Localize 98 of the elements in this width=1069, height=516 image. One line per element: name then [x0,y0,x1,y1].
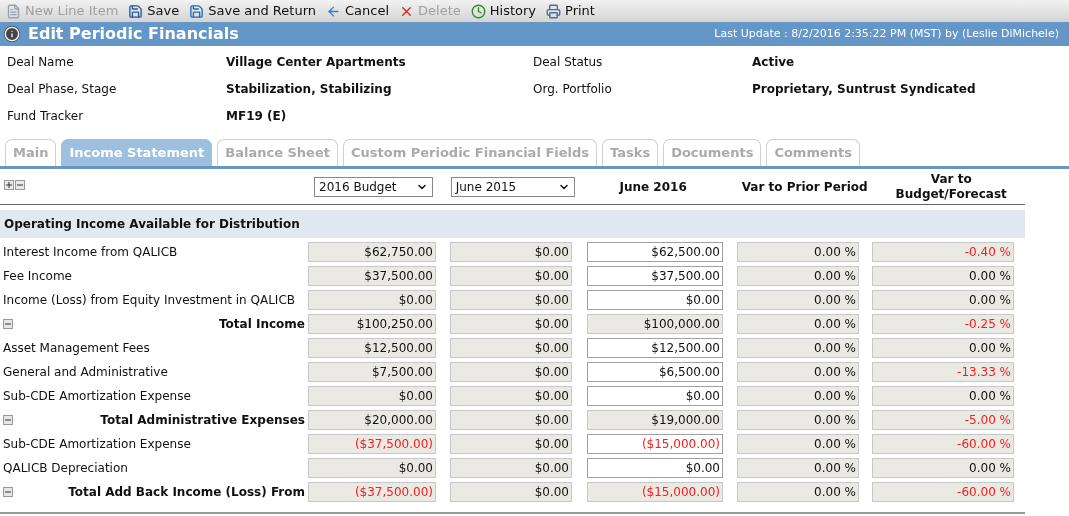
readonly-field: $20,000.00 [308,410,436,430]
page-icon [6,3,21,19]
readonly-field: -60.00 % [872,434,1014,454]
field-value: Stabilization, Stabilizing [226,80,392,98]
readonly-field: -5.00 % [872,410,1014,430]
total-label: Total Administrative Expenses [100,412,305,429]
readonly-field: $100,250.00 [308,314,436,334]
toolbar-button[interactable]: History [470,1,537,21]
total-label: Total Income [219,316,305,333]
readonly-field: 0.00 % [737,290,859,310]
readonly-field: $0.00 [450,410,572,430]
budget-select[interactable]: 2016 Budget [314,176,433,197]
readonly-field: ($15,000.00) [587,482,723,502]
field-value: Village Center Apartments [226,53,406,71]
amount-field[interactable]: $0.00 [587,290,723,310]
toolbar-button[interactable]: Print [546,1,595,21]
field-value: Proprietary, Suntrust Syndicated [752,80,976,98]
readonly-field: -0.40 % [872,242,1014,262]
toolbar-button[interactable]: Save and Return [189,1,316,21]
field-value: MF19 (E) [226,107,287,125]
row-label: Interest Income from QALICB [2,244,179,261]
readonly-field: $0.00 [308,386,436,406]
period-select[interactable]: June 2015 [450,176,576,197]
amount-field[interactable]: $6,500.00 [587,362,723,382]
readonly-field: -60.00 % [872,482,1014,502]
row-label: Income (Loss) from Equity Investment in QALICB [2,292,296,309]
amount-field[interactable]: $12,500.00 [587,338,723,358]
readonly-field: $19,000.00 [587,410,723,430]
readonly-field: $0.00 [450,362,572,382]
readonly-field: $0.00 [450,482,572,502]
column-header: June 2016 [617,178,688,196]
readonly-field: 0.00 % [872,458,1014,478]
readonly-field: 0.00 % [737,242,859,262]
expand-icon[interactable] [4,180,14,190]
field-label: Deal Name [7,53,75,71]
collapse-icon[interactable] [3,487,13,497]
amount-field[interactable]: ($15,000.00) [587,434,723,454]
amount-field[interactable]: $0.00 [587,458,723,478]
readonly-field: $100,000.00 [587,314,723,334]
readonly-field: 0.00 % [737,410,859,430]
readonly-field: 0.00 % [737,434,859,454]
amount-field[interactable]: $37,500.00 [587,266,723,286]
readonly-field: 0.00 % [737,458,859,478]
readonly-field: $0.00 [450,434,572,454]
readonly-field: $0.00 [308,458,436,478]
amount-field[interactable]: $62,500.00 [587,242,723,262]
field-label: Org. Portfolio [533,80,613,98]
column-header: Var to Prior Period [740,178,869,196]
readonly-field: ($37,500.00) [308,434,436,454]
readonly-field: $62,750.00 [308,242,436,262]
readonly-field: $0.00 [450,458,572,478]
section-header: Operating Income Available for Distribution [0,210,1025,238]
printer-icon [546,3,562,19]
row-label: Asset Management Fees [2,340,151,357]
row-label: Sub-CDE Amortization Expense [2,436,192,453]
column-header: Var to Budget/Forecast [894,171,1008,202]
readonly-field: 0.00 % [737,338,859,358]
last-update-text: Last Update : 8/2/2016 2:35:22 PM (MST) by (Leslie DiMichele) [714,25,1059,42]
readonly-field: 0.00 % [737,314,859,334]
readonly-field: $37,500.00 [308,266,436,286]
collapse-icon[interactable] [3,319,13,329]
readonly-field: $0.00 [450,242,572,262]
readonly-field: $0.00 [450,386,572,406]
row-label: Fee Income [2,268,73,285]
field-label: Deal Phase, Stage [7,80,118,98]
readonly-field: $7,500.00 [308,362,436,382]
readonly-field: 0.00 % [737,482,859,502]
readonly-field: -13.33 % [872,362,1014,382]
amount-field[interactable]: $0.00 [587,386,723,406]
readonly-field: -0.25 % [872,314,1014,334]
readonly-field: ($37,500.00) [308,482,436,502]
readonly-field: 0.00 % [737,362,859,382]
readonly-field: 0.00 % [872,338,1014,358]
field-label: Fund Tracker [7,107,85,125]
info-icon [4,26,20,42]
readonly-field: 0.00 % [872,266,1014,286]
row-label: General and Administrative [2,364,169,381]
clock-icon [470,3,486,19]
row-label: Sub-CDE Amortization Expense [2,388,192,405]
readonly-field: $12,500.00 [308,338,436,358]
total-label: Total Add Back Income (Loss) From [68,484,305,501]
row-label: QALICB Depreciation [2,460,129,477]
readonly-field: $0.00 [450,314,572,334]
toolbar-button[interactable]: Save [128,1,180,21]
readonly-field: 0.00 % [872,386,1014,406]
field-label: Deal Status [533,53,604,71]
readonly-field: $0.00 [450,266,572,286]
readonly-field: 0.00 % [872,290,1014,310]
readonly-field: $0.00 [308,290,436,310]
page-title: Edit Periodic Financials [28,23,239,45]
readonly-field: 0.00 % [737,386,859,406]
readonly-field: $0.00 [450,338,572,358]
field-value: Active [752,53,795,71]
collapse-icon[interactable] [15,180,25,190]
readonly-field: $0.00 [450,290,572,310]
readonly-field: 0.00 % [737,266,859,286]
collapse-icon[interactable] [3,415,13,425]
toolbar-button[interactable]: Cancel [326,1,390,21]
